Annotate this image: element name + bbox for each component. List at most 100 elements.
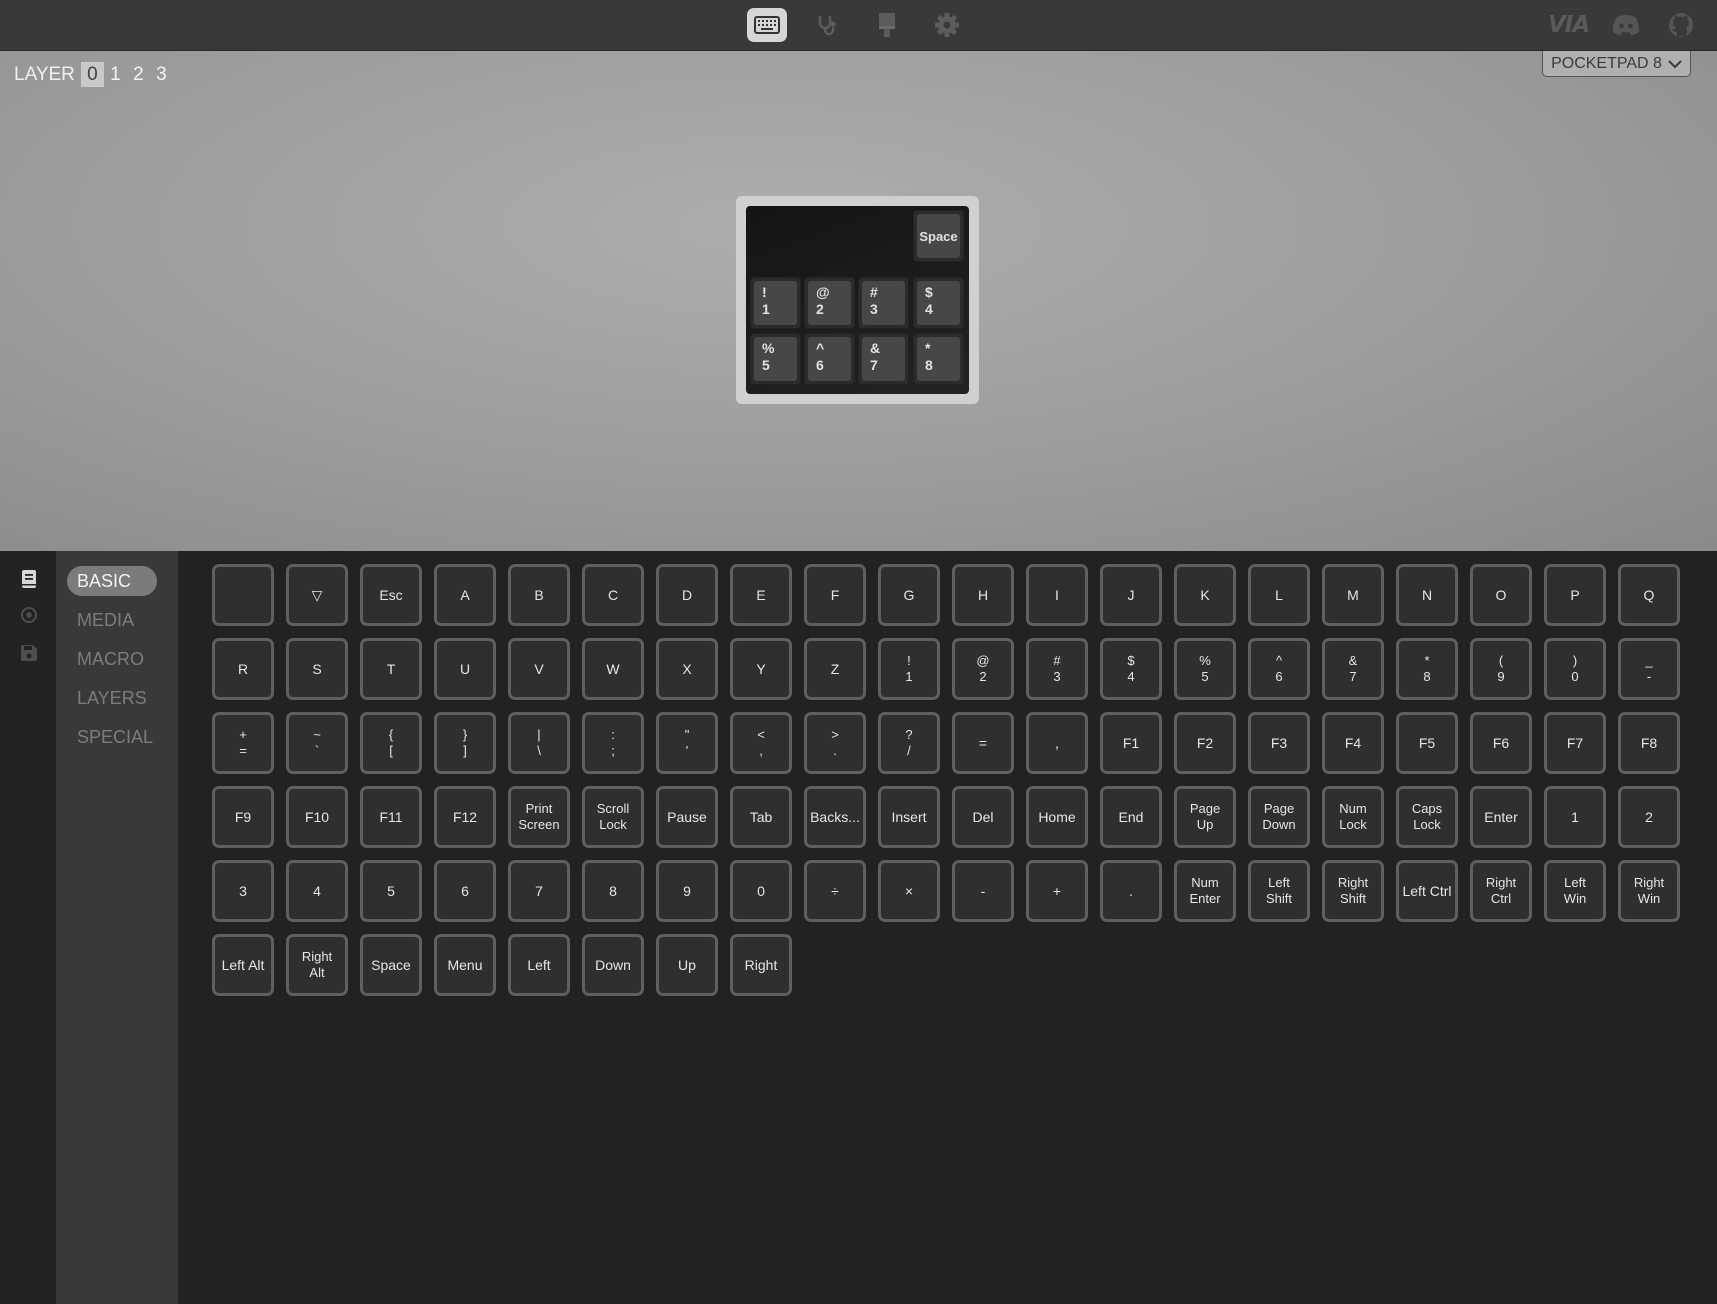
keycode-button[interactable]: _ - xyxy=(1618,638,1680,700)
keycode-button[interactable]: End xyxy=(1100,786,1162,848)
keycode-button[interactable]: D xyxy=(656,564,718,626)
keycode-button[interactable]: Pause xyxy=(656,786,718,848)
keycode-button[interactable]: F5 xyxy=(1396,712,1458,774)
keycode-button[interactable]: W xyxy=(582,638,644,700)
keycode-button[interactable]: Right Shift xyxy=(1322,860,1384,922)
keycode-button[interactable]: | \ xyxy=(508,712,570,774)
keycode-button[interactable]: F6 xyxy=(1470,712,1532,774)
keyboard-icon[interactable] xyxy=(747,8,787,42)
keycode-button[interactable]: Tab xyxy=(730,786,792,848)
keycode-button[interactable]: Down xyxy=(582,934,644,996)
keycode-button[interactable]: 5 xyxy=(360,860,422,922)
keycode-button[interactable]: 2 xyxy=(1618,786,1680,848)
keycode-button[interactable]: % 5 xyxy=(1174,638,1236,700)
keycode-button[interactable]: Left xyxy=(508,934,570,996)
keycode-button[interactable]: E xyxy=(730,564,792,626)
keycode-button[interactable]: . xyxy=(1100,860,1162,922)
keyboard-key[interactable]: ! 1 xyxy=(750,277,801,329)
keycode-button[interactable]: J xyxy=(1100,564,1162,626)
circle-dot-icon[interactable] xyxy=(18,604,40,626)
keycode-button[interactable]: Enter xyxy=(1470,786,1532,848)
category-macro[interactable]: MACRO xyxy=(67,644,157,674)
keycode-button[interactable]: # 3 xyxy=(1026,638,1088,700)
keycode-button[interactable]: C xyxy=(582,564,644,626)
keycode-button[interactable]: F xyxy=(804,564,866,626)
category-media[interactable]: MEDIA xyxy=(67,605,157,635)
gear-icon[interactable] xyxy=(927,8,967,42)
keycode-button[interactable]: N xyxy=(1396,564,1458,626)
via-logo[interactable]: VIA xyxy=(1548,10,1590,40)
keycode-button[interactable]: F7 xyxy=(1544,712,1606,774)
keycode-button[interactable]: Del xyxy=(952,786,1014,848)
keycode-button[interactable]: ~ ` xyxy=(286,712,348,774)
keycode-button[interactable]: Left Ctrl xyxy=(1396,860,1458,922)
keycode-button[interactable]: 0 xyxy=(730,860,792,922)
keycode-button[interactable]: ▽ xyxy=(286,564,348,626)
keycode-button[interactable]: G xyxy=(878,564,940,626)
save-icon[interactable] xyxy=(18,642,40,664)
book-icon[interactable] xyxy=(18,568,40,590)
keycode-button[interactable]: 8 xyxy=(582,860,644,922)
keycode-button[interactable]: < , xyxy=(730,712,792,774)
keycode-button[interactable]: Up xyxy=(656,934,718,996)
layer-button-2[interactable]: 2 xyxy=(127,62,150,87)
keycode-button[interactable]: I xyxy=(1026,564,1088,626)
keycode-button[interactable]: V xyxy=(508,638,570,700)
category-basic[interactable]: BASIC xyxy=(67,566,157,596)
layer-button-3[interactable]: 3 xyxy=(150,62,173,87)
keycode-button[interactable]: Num Lock xyxy=(1322,786,1384,848)
keycode-button[interactable]: F9 xyxy=(212,786,274,848)
keycode-button[interactable]: Left Win xyxy=(1544,860,1606,922)
keycode-button[interactable]: + xyxy=(1026,860,1088,922)
keycode-button[interactable]: Left Alt xyxy=(212,934,274,996)
keycode-button[interactable]: ! 1 xyxy=(878,638,940,700)
keycode-button[interactable]: Q xyxy=(1618,564,1680,626)
stethoscope-icon[interactable] xyxy=(807,8,847,42)
keycode-button[interactable]: S xyxy=(286,638,348,700)
keycode-button[interactable]: Caps Lock xyxy=(1396,786,1458,848)
keycode-button[interactable]: U xyxy=(434,638,496,700)
keycode-button[interactable]: B xyxy=(508,564,570,626)
keyboard-key[interactable]: #3 xyxy=(858,277,909,329)
keyboard-key[interactable]: $4 xyxy=(913,277,964,329)
keycode-button[interactable]: 4 xyxy=(286,860,348,922)
keycode-button[interactable]: K xyxy=(1174,564,1236,626)
discord-icon[interactable] xyxy=(1609,10,1643,40)
keycode-button[interactable]: F2 xyxy=(1174,712,1236,774)
keycode-button[interactable] xyxy=(212,564,274,626)
keycode-button[interactable]: ( 9 xyxy=(1470,638,1532,700)
keycode-button[interactable]: ^ 6 xyxy=(1248,638,1310,700)
keycode-button[interactable]: + = xyxy=(212,712,274,774)
keyboard-key[interactable]: Space xyxy=(913,210,964,262)
keycode-button[interactable]: @ 2 xyxy=(952,638,1014,700)
keycode-button[interactable]: L xyxy=(1248,564,1310,626)
keycode-button[interactable]: Num Enter xyxy=(1174,860,1236,922)
keycode-button[interactable]: Page Up xyxy=(1174,786,1236,848)
keycode-button[interactable]: ) 0 xyxy=(1544,638,1606,700)
keycode-button[interactable]: F12 xyxy=(434,786,496,848)
keycode-button[interactable]: Print Screen xyxy=(508,786,570,848)
keycode-button[interactable]: : ; xyxy=(582,712,644,774)
keycode-button[interactable]: Y xyxy=(730,638,792,700)
category-special[interactable]: SPECIAL xyxy=(67,722,157,752)
keycode-button[interactable]: { [ xyxy=(360,712,422,774)
keycode-button[interactable]: Right Alt xyxy=(286,934,348,996)
keycode-button[interactable]: R xyxy=(212,638,274,700)
keycode-button[interactable]: } ] xyxy=(434,712,496,774)
keycode-button[interactable]: & 7 xyxy=(1322,638,1384,700)
keycode-button[interactable]: H xyxy=(952,564,1014,626)
keycode-button[interactable]: M xyxy=(1322,564,1384,626)
keycode-button[interactable]: F11 xyxy=(360,786,422,848)
keycode-button[interactable]: Space xyxy=(360,934,422,996)
keycode-button[interactable]: O xyxy=(1470,564,1532,626)
keycode-button[interactable]: Esc xyxy=(360,564,422,626)
keyboard-key[interactable]: & 7 xyxy=(858,333,909,385)
keycode-button[interactable]: 7 xyxy=(508,860,570,922)
keycode-button[interactable]: 6 xyxy=(434,860,496,922)
keycode-button[interactable]: - xyxy=(952,860,1014,922)
keycode-button[interactable]: Right xyxy=(730,934,792,996)
keycode-button[interactable]: T xyxy=(360,638,422,700)
keycode-button[interactable]: F1 xyxy=(1100,712,1162,774)
keycode-button[interactable]: ÷ xyxy=(804,860,866,922)
paintbrush-icon[interactable] xyxy=(867,8,907,42)
